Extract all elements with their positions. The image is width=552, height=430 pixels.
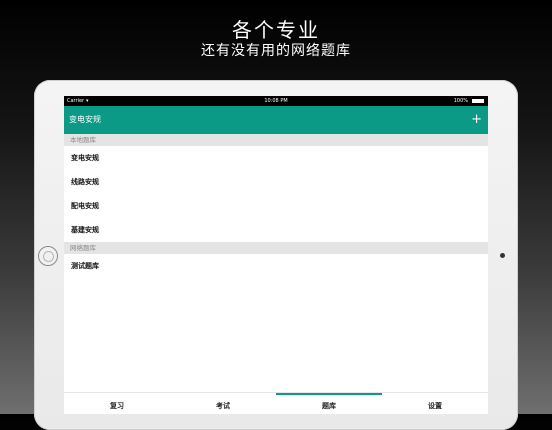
tab-review[interactable]: 复习: [64, 393, 170, 414]
list-item[interactable]: 变电安规: [64, 146, 488, 170]
question-bank-list: 本地题库 变电安规 线路安规 配电安规 基建安规 网络题库 测试题库: [64, 134, 488, 278]
tab-exam[interactable]: 考试: [170, 393, 276, 414]
tab-settings[interactable]: 设置: [382, 393, 488, 414]
battery-percent: 100%: [453, 98, 468, 104]
section-header-network: 网络题库: [64, 242, 488, 254]
battery-icon: [472, 99, 484, 103]
tab-question-bank[interactable]: 题库: [276, 393, 382, 414]
list-item[interactable]: 配电安规: [64, 194, 488, 218]
navigation-bar: 变电安规 +: [64, 106, 488, 134]
home-button[interactable]: [38, 246, 58, 266]
section-header-local: 本地题库: [64, 134, 488, 146]
tab-label: 复习: [110, 402, 124, 410]
promo-subtitle: 还有没有用的网络题库: [201, 43, 351, 59]
tab-label: 设置: [428, 402, 442, 410]
tab-label: 题库: [322, 402, 336, 410]
nav-title: 变电安规: [69, 115, 101, 124]
tab-selected-indicator: [276, 393, 382, 395]
status-bar: Carrier ▾ 10:08 PM 100%: [64, 96, 488, 106]
app-screen: Carrier ▾ 10:08 PM 100% 变电安规 + 本地题库 变电安规…: [64, 96, 488, 414]
add-icon[interactable]: +: [471, 106, 482, 134]
promo-title: 各个专业: [232, 18, 320, 42]
camera-icon: [500, 253, 505, 258]
tab-label: 考试: [216, 402, 230, 410]
list-item[interactable]: 线路安规: [64, 170, 488, 194]
tab-bar: 复习 考试 题库 设置: [64, 392, 488, 414]
status-time: 10:08 PM: [264, 98, 288, 104]
list-item[interactable]: 测试题库: [64, 254, 488, 278]
list-item[interactable]: 基建安规: [64, 218, 488, 242]
